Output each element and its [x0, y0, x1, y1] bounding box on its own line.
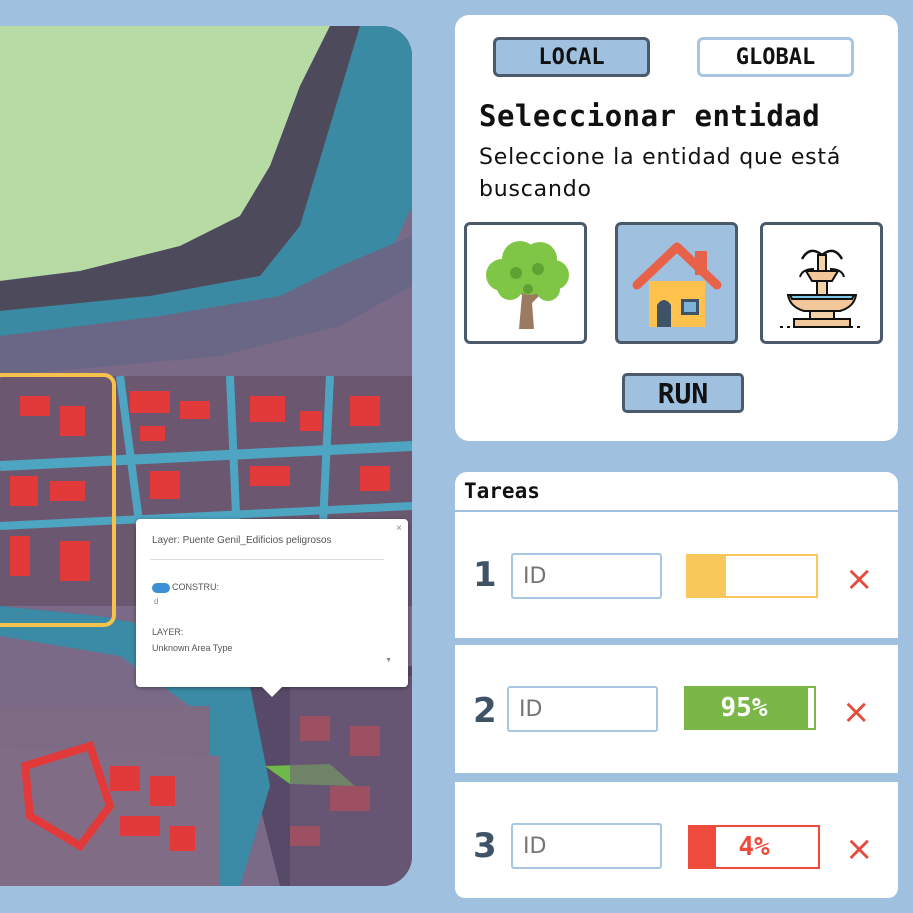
- popup-field-label: CONSTRU:: [152, 582, 219, 593]
- task-row: 3 4% ×: [455, 782, 898, 898]
- task-progress-label: 30%: [728, 561, 776, 591]
- delete-task-icon[interactable]: ×: [842, 695, 871, 729]
- popup-divider: [150, 559, 384, 560]
- popup-scroll-arrow-icon[interactable]: ▼: [385, 657, 392, 664]
- popup-field2-value: Unknown Area Type: [152, 643, 233, 653]
- task-progress-bar: 95%: [684, 686, 816, 730]
- tasks-header: Tareas: [455, 472, 898, 510]
- panel-subtitle: Seleccione la entidad que está buscando: [479, 145, 842, 202]
- popup-field1-value: d: [154, 597, 159, 606]
- delete-task-icon[interactable]: ×: [845, 562, 874, 596]
- field-edit-icon[interactable]: [152, 582, 170, 593]
- delete-task-icon[interactable]: ×: [845, 832, 874, 866]
- task-progress-fill: [688, 556, 727, 596]
- popup-title: Layer: Puente Genil_Edificios peligrosos: [152, 535, 332, 546]
- map-view[interactable]: Layer: Puente Genil_Edificios peligrosos…: [0, 26, 412, 886]
- global-button[interactable]: GLOBAL: [697, 37, 854, 77]
- run-button[interactable]: RUN: [622, 373, 744, 413]
- entity-selection-panel: LOCAL GLOBAL Seleccionar entidad Selecci…: [455, 15, 898, 441]
- house-icon: [632, 242, 721, 327]
- popup-pointer: [262, 687, 282, 697]
- tasks-title: Tareas: [464, 479, 540, 503]
- task-number: 2: [473, 691, 497, 731]
- fountain-icon: [779, 249, 864, 328]
- task-row: 1 30% ×: [455, 512, 898, 638]
- entity-fountain-button[interactable]: [760, 222, 883, 344]
- panel-title: Seleccionar entidad: [479, 99, 821, 133]
- task-progress-fill: [690, 827, 716, 867]
- task-number: 1: [473, 555, 497, 595]
- entity-house-button[interactable]: [615, 222, 738, 344]
- task-id-input[interactable]: [511, 823, 662, 869]
- tree-icon: [485, 241, 569, 329]
- task-progress-bar: 4%: [688, 825, 820, 869]
- task-id-input[interactable]: [511, 553, 662, 599]
- popup-field2-label: LAYER:: [152, 627, 184, 637]
- task-row: 2 95% ×: [455, 645, 898, 773]
- task-number: 3: [473, 826, 497, 866]
- task-progress-label: 4%: [738, 832, 770, 862]
- popup-field1-label: CONSTRU:: [172, 582, 219, 592]
- task-progress-bar: 30%: [686, 554, 818, 598]
- popup-close-icon[interactable]: ×: [396, 523, 402, 534]
- local-button[interactable]: LOCAL: [493, 37, 650, 77]
- task-progress-label: 95%: [720, 693, 768, 723]
- map-selection-box[interactable]: [0, 373, 116, 627]
- task-id-input[interactable]: [507, 686, 658, 732]
- entity-tree-button[interactable]: [464, 222, 587, 344]
- map-feature-popup[interactable]: Layer: Puente Genil_Edificios peligrosos…: [136, 519, 408, 697]
